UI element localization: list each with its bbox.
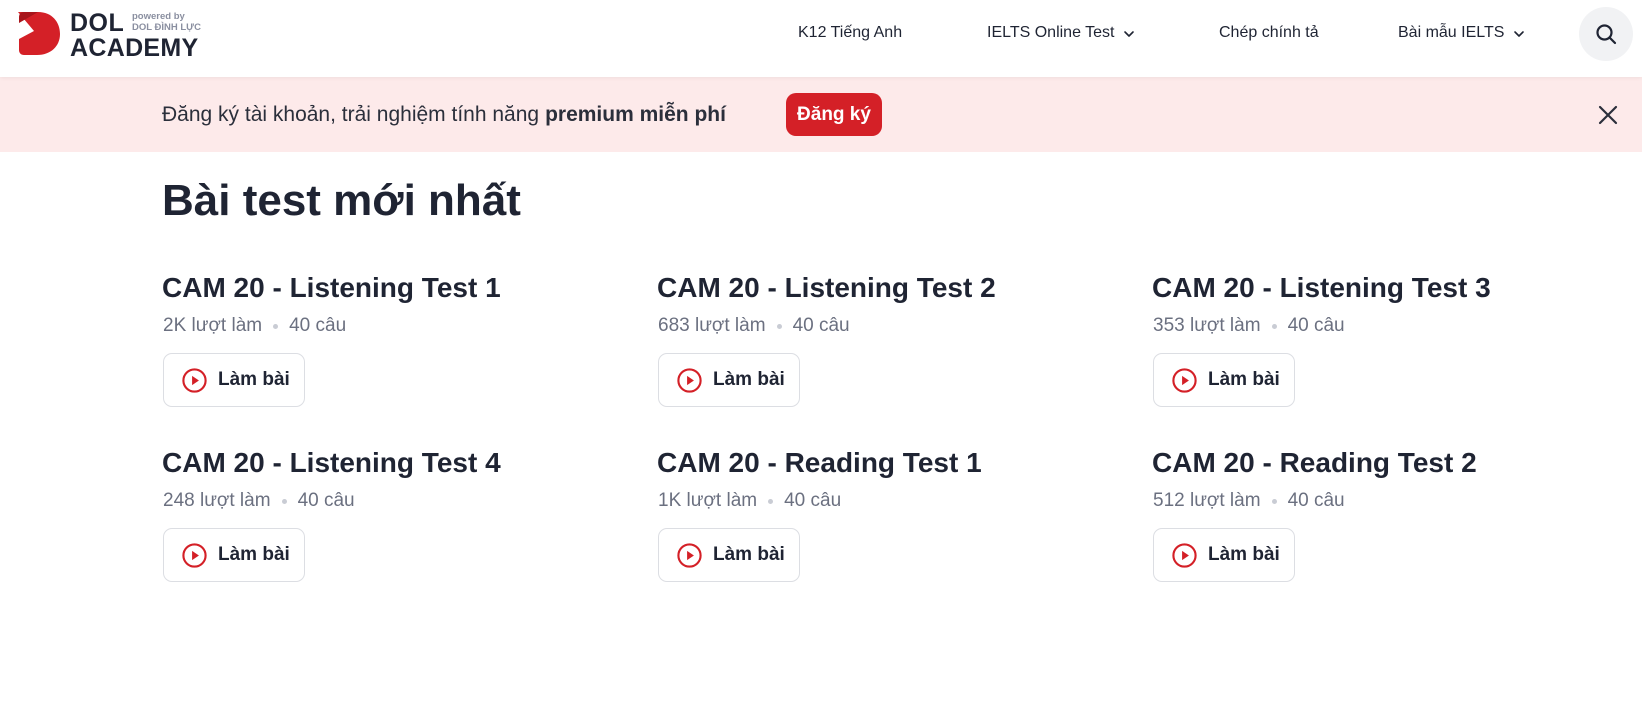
test-meta: 512 lượt làm 40 câu (1153, 489, 1345, 513)
start-test-button[interactable]: Làm bài (163, 353, 305, 407)
attempt-count: 1K lượt làm (658, 490, 758, 511)
search-button[interactable] (1579, 7, 1633, 61)
start-test-label: Làm bài (713, 369, 785, 390)
top-header: DOL powered by DOL ĐÌNH LỰC ACADEMY K12 … (0, 0, 1642, 77)
test-title[interactable]: CAM 20 - Reading Test 1 (657, 443, 982, 483)
logo-name-line2: ACADEMY (70, 34, 199, 62)
start-test-label: Làm bài (713, 544, 785, 565)
play-circle-icon (677, 367, 702, 393)
page-title: Bài test mới nhất (162, 176, 521, 225)
play-circle-icon (1172, 542, 1197, 568)
nav-item-k12-tieng-anh[interactable]: K12 Tiếng Anh (798, 0, 902, 66)
separator-dot (768, 498, 774, 504)
attempt-count: 2K lượt làm (163, 315, 263, 336)
close-icon (1598, 105, 1618, 125)
separator-dot (1271, 323, 1277, 329)
nav-item-chep-chinh-ta[interactable]: Chép chính tả (1219, 0, 1319, 66)
nav-item-bai-mau-ielts[interactable]: Bài mẫu IELTS (1398, 0, 1525, 66)
nav-item-label: IELTS Online Test (987, 24, 1115, 41)
test-meta: 2K lượt làm 40 câu (163, 314, 346, 338)
banner-highlight: premium miễn phí (545, 102, 726, 126)
start-test-button[interactable]: Làm bài (1153, 528, 1295, 582)
attempt-count: 353 lượt làm (1153, 315, 1261, 336)
test-title[interactable]: CAM 20 - Listening Test 4 (162, 443, 501, 483)
logo-name-line1: DOL (70, 9, 125, 37)
logo-powered-org: DOL ĐÌNH LỰC (132, 22, 201, 33)
logo-powered-by: powered by (132, 11, 185, 22)
start-test-label: Làm bài (218, 369, 290, 390)
start-test-button[interactable]: Làm bài (1153, 353, 1295, 407)
separator-dot (281, 498, 287, 504)
attempt-count: 512 lượt làm (1153, 490, 1261, 511)
test-meta: 248 lượt làm 40 câu (163, 489, 355, 513)
chevron-down-icon (1514, 31, 1525, 37)
nav-item-label: Chép chính tả (1219, 24, 1319, 41)
start-test-label: Làm bài (1208, 544, 1280, 565)
play-circle-icon (677, 542, 702, 568)
test-card: CAM 20 - Reading Test 1 1K lượt làm 40 c… (657, 443, 1117, 603)
start-test-label: Làm bài (1208, 369, 1280, 390)
start-test-button[interactable]: Làm bài (163, 528, 305, 582)
nav-item-ielts-online-test[interactable]: IELTS Online Test (987, 0, 1135, 66)
test-title[interactable]: CAM 20 - Listening Test 3 (1152, 268, 1491, 308)
test-title[interactable]: CAM 20 - Reading Test 2 (1152, 443, 1477, 483)
attempt-count: 683 lượt làm (658, 315, 766, 336)
banner-text: Đăng ký tài khoản, trải nghiệm tính năng (162, 102, 540, 126)
start-test-button[interactable]: Làm bài (658, 353, 800, 407)
separator-dot (776, 323, 782, 329)
question-count: 40 câu (1287, 315, 1345, 336)
test-meta: 1K lượt làm 40 câu (658, 489, 841, 513)
play-circle-icon (182, 367, 207, 393)
test-card: CAM 20 - Reading Test 2 512 lượt làm 40 … (1152, 443, 1612, 603)
test-meta: 683 lượt làm 40 câu (658, 314, 850, 338)
test-meta: 353 lượt làm 40 câu (1153, 314, 1345, 338)
banner-close-button[interactable] (1594, 101, 1622, 129)
separator-dot (1271, 498, 1277, 504)
question-count: 40 câu (784, 490, 842, 511)
start-test-button[interactable]: Làm bài (658, 528, 800, 582)
banner-message: Đăng ký tài khoản, trải nghiệm tính năng… (162, 77, 726, 152)
chevron-down-icon (1124, 31, 1135, 37)
signup-button[interactable]: Đăng ký (786, 93, 882, 136)
attempt-count: 248 lượt làm (163, 490, 271, 511)
dol-academy-logo[interactable]: DOL powered by DOL ĐÌNH LỰC ACADEMY (16, 9, 210, 61)
test-card: CAM 20 - Listening Test 2 683 lượt làm 4… (657, 268, 1117, 428)
test-card: CAM 20 - Listening Test 3 353 lượt làm 4… (1152, 268, 1612, 428)
logo-wordmark: DOL powered by DOL ĐÌNH LỰC ACADEMY (70, 9, 210, 61)
dol-logo-icon (18, 12, 60, 55)
question-count: 40 câu (297, 490, 355, 511)
search-icon (1596, 24, 1617, 45)
nav-item-label: K12 Tiếng Anh (798, 24, 903, 41)
test-card: CAM 20 - Listening Test 1 2K lượt làm 40… (162, 268, 622, 428)
test-title[interactable]: CAM 20 - Listening Test 2 (657, 268, 996, 308)
question-count: 40 câu (1287, 490, 1345, 511)
nav-item-label: Bài mẫu IELTS (1398, 24, 1505, 41)
play-circle-icon (1172, 367, 1197, 393)
test-card: CAM 20 - Listening Test 4 248 lượt làm 4… (162, 443, 622, 603)
play-circle-icon (182, 542, 207, 568)
question-count: 40 câu (289, 315, 347, 336)
separator-dot (273, 323, 279, 329)
question-count: 40 câu (792, 315, 850, 336)
start-test-label: Làm bài (218, 544, 290, 565)
test-title[interactable]: CAM 20 - Listening Test 1 (162, 268, 501, 308)
